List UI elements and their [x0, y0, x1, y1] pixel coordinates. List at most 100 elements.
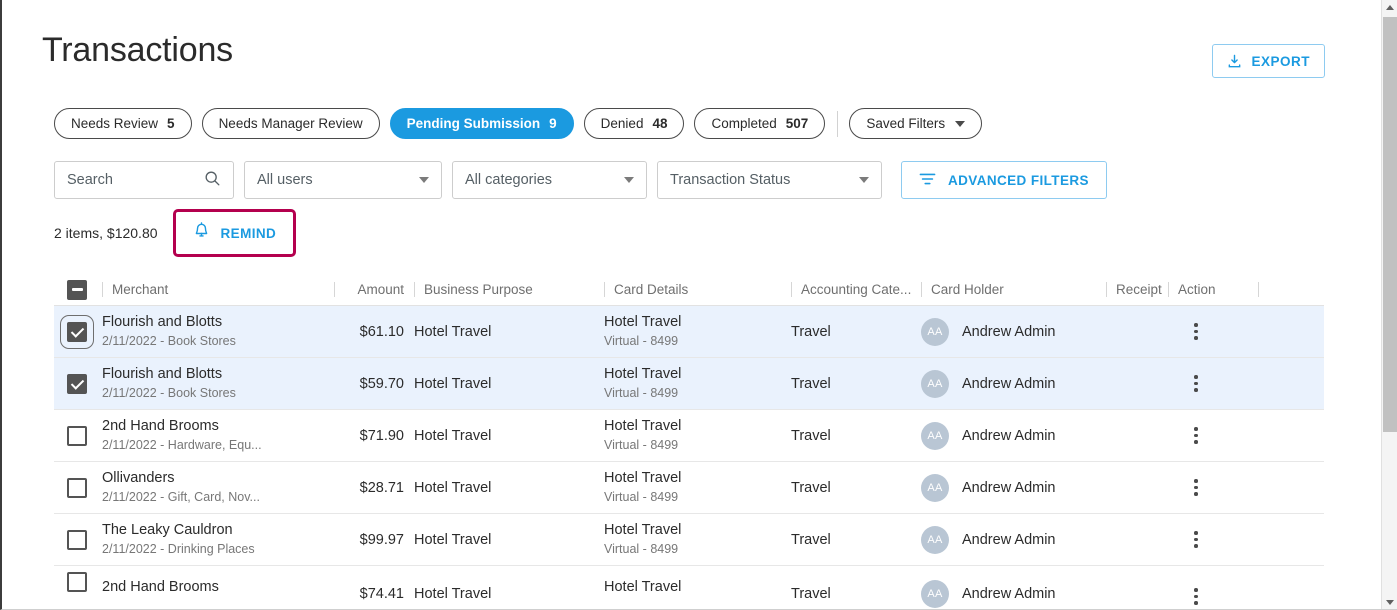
- search-input[interactable]: Search: [54, 161, 234, 199]
- chevron-down-icon: [859, 177, 869, 183]
- column-header-card-details-label: Card Details: [614, 282, 689, 297]
- table-row[interactable]: Flourish and Blotts 2/11/2022 - Book Sto…: [54, 306, 1324, 358]
- card-holder-name: Andrew Admin: [962, 586, 1056, 602]
- column-header-card-details[interactable]: Card Details: [604, 274, 791, 305]
- cell-card-holder: AA Andrew Admin: [921, 572, 1106, 608]
- card-sub: Virtual - 8499: [604, 386, 679, 400]
- column-divider: [414, 282, 415, 297]
- cell-end: [1258, 306, 1324, 357]
- cell-receipt: [1106, 306, 1168, 357]
- select-all-checkbox[interactable]: [67, 279, 87, 300]
- triangle-up-icon: [1386, 5, 1394, 10]
- cell-card-holder: AA Andrew Admin: [921, 410, 1106, 461]
- table-row[interactable]: 2nd Hand Brooms 2/11/2022 - Hardware, Eq…: [54, 410, 1324, 462]
- column-header-action[interactable]: Action: [1168, 274, 1258, 305]
- merchant-meta: 2/11/2022 - Gift, Card, Nov...: [102, 490, 260, 504]
- card-sub: Virtual - 8499: [604, 334, 679, 348]
- remind-button[interactable]: REMIND: [177, 214, 292, 252]
- column-header-accounting-category[interactable]: Accounting Cate...: [791, 274, 921, 305]
- column-header-card-holder[interactable]: Card Holder: [921, 274, 1106, 305]
- row-menu-icon[interactable]: [1186, 479, 1206, 496]
- chip-needs-review[interactable]: Needs Review 5: [54, 108, 192, 139]
- row-select-cell: [54, 373, 102, 394]
- row-menu-icon[interactable]: [1186, 375, 1206, 392]
- row-checkbox[interactable]: [60, 314, 94, 349]
- column-header-amount[interactable]: Amount: [334, 274, 414, 305]
- chip-needs-manager-review[interactable]: Needs Manager Review: [201, 108, 380, 139]
- card-sub: Virtual - 8499: [604, 542, 679, 556]
- column-header-business-purpose[interactable]: Business Purpose: [414, 274, 604, 305]
- scroll-up-button[interactable]: [1382, 0, 1397, 15]
- cell-accounting-category: Travel: [791, 514, 921, 565]
- table-row[interactable]: 2nd Hand Brooms $74.41 Hotel Travel Hote…: [54, 566, 1324, 608]
- column-header-accounting-category-label: Accounting Cate...: [801, 282, 912, 297]
- search-icon: [204, 170, 221, 191]
- cell-end: [1258, 462, 1324, 513]
- cell-amount: $59.70: [334, 358, 414, 409]
- table-row[interactable]: The Leaky Cauldron 2/11/2022 - Drinking …: [54, 514, 1324, 566]
- business-purpose-value: Hotel Travel: [414, 479, 492, 496]
- column-header-end: [1258, 274, 1324, 305]
- card-holder-name: Andrew Admin: [962, 323, 1056, 340]
- cell-receipt: [1106, 410, 1168, 461]
- row-select-cell: [54, 314, 102, 349]
- chevron-down-icon: [624, 177, 634, 183]
- table-row[interactable]: Ollivanders 2/11/2022 - Gift, Card, Nov.…: [54, 462, 1324, 514]
- transactions-page: Transactions EXPORT Needs Review 5 Needs…: [2, 0, 1383, 609]
- all-users-select[interactable]: All users: [244, 161, 442, 199]
- transaction-status-select[interactable]: Transaction Status: [657, 161, 882, 199]
- amount-value: $74.41: [359, 586, 404, 602]
- selection-summary-row: 2 items, $120.80 REMIND: [54, 209, 297, 257]
- cell-merchant: Ollivanders 2/11/2022 - Gift, Card, Nov.…: [102, 462, 334, 513]
- chevron-down-icon: [419, 177, 429, 183]
- row-checkbox[interactable]: [67, 373, 87, 394]
- cell-amount: $74.41: [334, 572, 414, 604]
- row-menu-icon[interactable]: [1186, 427, 1206, 444]
- card-holder-name: Andrew Admin: [962, 427, 1056, 444]
- scroll-down-button[interactable]: [1382, 595, 1397, 609]
- column-header-business-purpose-label: Business Purpose: [424, 282, 533, 297]
- scrollbar-thumb[interactable]: [1383, 17, 1397, 432]
- column-header-merchant[interactable]: Merchant: [102, 274, 334, 305]
- card-name: Hotel Travel: [604, 579, 682, 595]
- bell-icon: [193, 222, 210, 244]
- column-header-card-holder-label: Card Holder: [931, 282, 1004, 297]
- triangle-down-icon: [1386, 600, 1394, 605]
- accounting-category-value: Travel: [791, 531, 831, 548]
- cell-card-details: Hotel Travel Virtual - 8499: [604, 306, 791, 357]
- avatar: AA: [921, 421, 949, 450]
- row-menu-icon[interactable]: [1186, 323, 1206, 340]
- cell-merchant: Flourish and Blotts 2/11/2022 - Book Sto…: [102, 358, 334, 409]
- column-header-receipt[interactable]: Receipt: [1106, 274, 1168, 305]
- chip-completed[interactable]: Completed 507: [694, 108, 826, 139]
- avatar: AA: [921, 473, 949, 502]
- business-purpose-value: Hotel Travel: [414, 375, 492, 392]
- row-checkbox[interactable]: [67, 425, 87, 446]
- cell-action: [1168, 358, 1258, 409]
- row-menu-icon[interactable]: [1186, 531, 1206, 548]
- row-checkbox[interactable]: [67, 529, 87, 550]
- avatar: AA: [921, 369, 949, 398]
- chip-pending-submission[interactable]: Pending Submission 9: [389, 108, 574, 139]
- saved-filters-dropdown[interactable]: Saved Filters: [849, 108, 983, 139]
- chip-denied[interactable]: Denied 48: [583, 108, 685, 139]
- merchant-meta: 2/11/2022 - Book Stores: [102, 386, 236, 400]
- all-categories-select[interactable]: All categories: [452, 161, 647, 199]
- amount-value: $59.70: [359, 375, 404, 392]
- cell-accounting-category: Travel: [791, 462, 921, 513]
- card-name: Hotel Travel: [604, 470, 682, 486]
- cell-amount: $61.10: [334, 306, 414, 357]
- table-row[interactable]: Flourish and Blotts 2/11/2022 - Book Sto…: [54, 358, 1324, 410]
- row-checkbox[interactable]: [67, 477, 87, 498]
- row-menu-icon[interactable]: [1186, 588, 1206, 605]
- advanced-filters-label: ADVANCED FILTERS: [948, 172, 1089, 188]
- cell-receipt: [1106, 572, 1168, 604]
- cell-accounting-category: Travel: [791, 306, 921, 357]
- row-select-cell: [54, 529, 102, 550]
- business-purpose-value: Hotel Travel: [414, 586, 492, 602]
- export-button[interactable]: EXPORT: [1212, 44, 1325, 78]
- filter-bar: Search All users All categories Transact…: [54, 161, 1107, 199]
- advanced-filters-button[interactable]: ADVANCED FILTERS: [901, 161, 1107, 199]
- row-checkbox[interactable]: [67, 572, 87, 592]
- vertical-scrollbar[interactable]: [1381, 0, 1397, 609]
